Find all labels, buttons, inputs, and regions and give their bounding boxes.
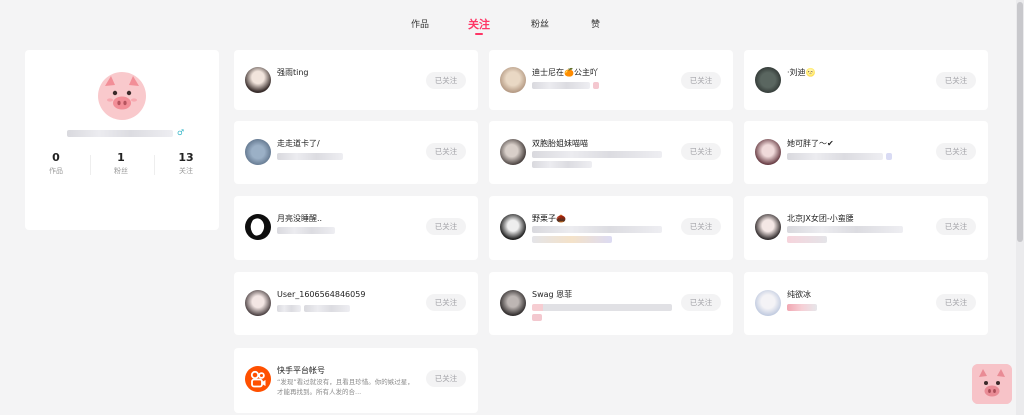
stat-works[interactable]: 0 作品 [26,151,86,177]
blurred-bio [277,304,350,312]
user-name[interactable]: 野栗子🌰 [532,214,566,224]
tab-likes[interactable]: 赞 [591,17,600,30]
profile-username-blurred: ♂ [67,129,203,137]
stat-following[interactable]: 13 关注 [156,151,216,177]
user-avatar[interactable] [500,214,526,240]
blurred-bio [277,226,335,234]
following-card[interactable]: 纯欲冰 已关注 [744,272,988,335]
tab-following-label: 关注 [468,18,490,31]
followed-button[interactable]: 已关注 [426,370,466,387]
user-avatar[interactable] [245,214,271,240]
blurred-bio [277,152,343,160]
blurred-bio [787,303,817,311]
stat-fans[interactable]: 1 粉丝 [91,151,151,177]
user-avatar[interactable] [500,290,526,316]
stat-works-label: 作品 [49,167,63,175]
user-avatar[interactable] [245,290,271,316]
followed-button[interactable]: 已关注 [681,218,721,235]
user-name[interactable]: Swag 恩菲 [532,290,572,300]
profile-stats: 0 作品 1 粉丝 13 关注 [25,151,219,181]
following-card[interactable]: 双胞胎姐妹喵喵 已关注 [489,121,733,184]
tab-following[interactable]: 关注 [468,16,490,35]
user-name[interactable]: User_1606564846059 [277,290,365,300]
stat-following-label: 关注 [179,167,193,175]
followed-button[interactable]: 已关注 [426,218,466,235]
user-avatar[interactable] [755,67,781,93]
user-name[interactable]: 强雨ting [277,68,309,78]
followed-button[interactable]: 已关注 [936,218,976,235]
tab-works[interactable]: 作品 [411,17,429,30]
followed-button[interactable]: 已关注 [936,72,976,89]
page-scrollbar[interactable] [1016,0,1024,415]
following-card[interactable]: 她可胖了～✔ 已关注 [744,121,988,184]
stat-following-count: 13 [178,151,194,164]
following-card[interactable]: 月亮没睡醒.. 已关注 [234,196,478,260]
following-card[interactable]: 快手平台帐号 “发现”看过就没有，且看且珍惜。你的嫉过星，才能再找到。所有人发的… [234,348,478,413]
blurred-bio [532,304,672,321]
following-card[interactable]: 迪士尼在🍊公主吖 已关注 [489,50,733,110]
tab-fans[interactable]: 粉丝 [531,17,549,30]
following-card[interactable]: 走走道卡了/ 已关注 [234,121,478,184]
user-avatar[interactable] [245,139,271,165]
following-card[interactable]: 强雨ting 已关注 [234,50,478,110]
blurred-bio [532,81,599,89]
followed-button[interactable]: 已关注 [426,72,466,89]
followed-button[interactable]: 已关注 [681,294,721,311]
user-name[interactable]: ·刘迪🌝 [787,68,816,78]
user-avatar[interactable] [500,139,526,165]
male-gender-icon: ♂ [177,128,185,137]
followed-button[interactable]: 已关注 [681,72,721,89]
user-description: “发现”看过就没有，且看且珍惜。你的嫉过星，才能再找到。所有人发的合... [277,378,414,396]
user-avatar[interactable] [755,139,781,165]
pig-face-icon[interactable] [98,72,146,120]
user-name[interactable]: 迪士尼在🍊公主吖 [532,68,598,78]
kuaishou-logo-icon[interactable] [245,366,271,392]
user-avatar[interactable] [245,67,271,93]
stat-works-count: 0 [52,151,60,164]
stat-fans-label: 粉丝 [114,167,128,175]
following-card[interactable]: User_1606564846059 已关注 [234,272,478,335]
following-card[interactable]: 北京JX女团-小蛮腰 已关注 [744,196,988,260]
user-name[interactable]: 快手平台帐号 [277,366,325,376]
active-tab-indicator [475,33,483,35]
scrollbar-thumb[interactable] [1017,2,1023,242]
stat-fans-count: 1 [117,151,125,164]
user-name[interactable]: 双胞胎姐妹喵喵 [532,139,588,149]
user-name[interactable]: 纯欲冰 [787,290,811,300]
profile-card: ♂ 0 作品 1 粉丝 13 关注 [25,50,219,230]
following-card[interactable]: Swag 恩菲 已关注 [489,272,733,335]
blurred-bio [787,226,903,243]
user-avatar[interactable] [755,290,781,316]
followed-button[interactable]: 已关注 [681,143,721,160]
blurred-bio [787,152,892,160]
followed-button[interactable]: 已关注 [936,143,976,160]
profile-tab-bar: 作品 关注 粉丝 赞 [0,0,1016,36]
user-name[interactable]: 北京JX女团-小蛮腰 [787,214,854,224]
blurred-username [67,129,173,137]
blurred-bio [532,226,662,243]
user-name[interactable]: 走走道卡了/ [277,139,320,149]
user-avatar[interactable] [500,67,526,93]
followed-button[interactable]: 已关注 [426,294,466,311]
user-name[interactable]: 她可胖了～✔ [787,139,834,149]
following-card[interactable]: 野栗子🌰 已关注 [489,196,733,260]
user-avatar[interactable] [755,214,781,240]
stat-divider [154,155,155,175]
blurred-bio [532,151,662,168]
following-card[interactable]: ·刘迪🌝 已关注 [744,50,988,110]
user-name[interactable]: 月亮没睡醒.. [277,214,322,224]
followed-button[interactable]: 已关注 [426,143,466,160]
floating-pig-icon[interactable] [972,364,1012,404]
followed-button[interactable]: 已关注 [936,294,976,311]
